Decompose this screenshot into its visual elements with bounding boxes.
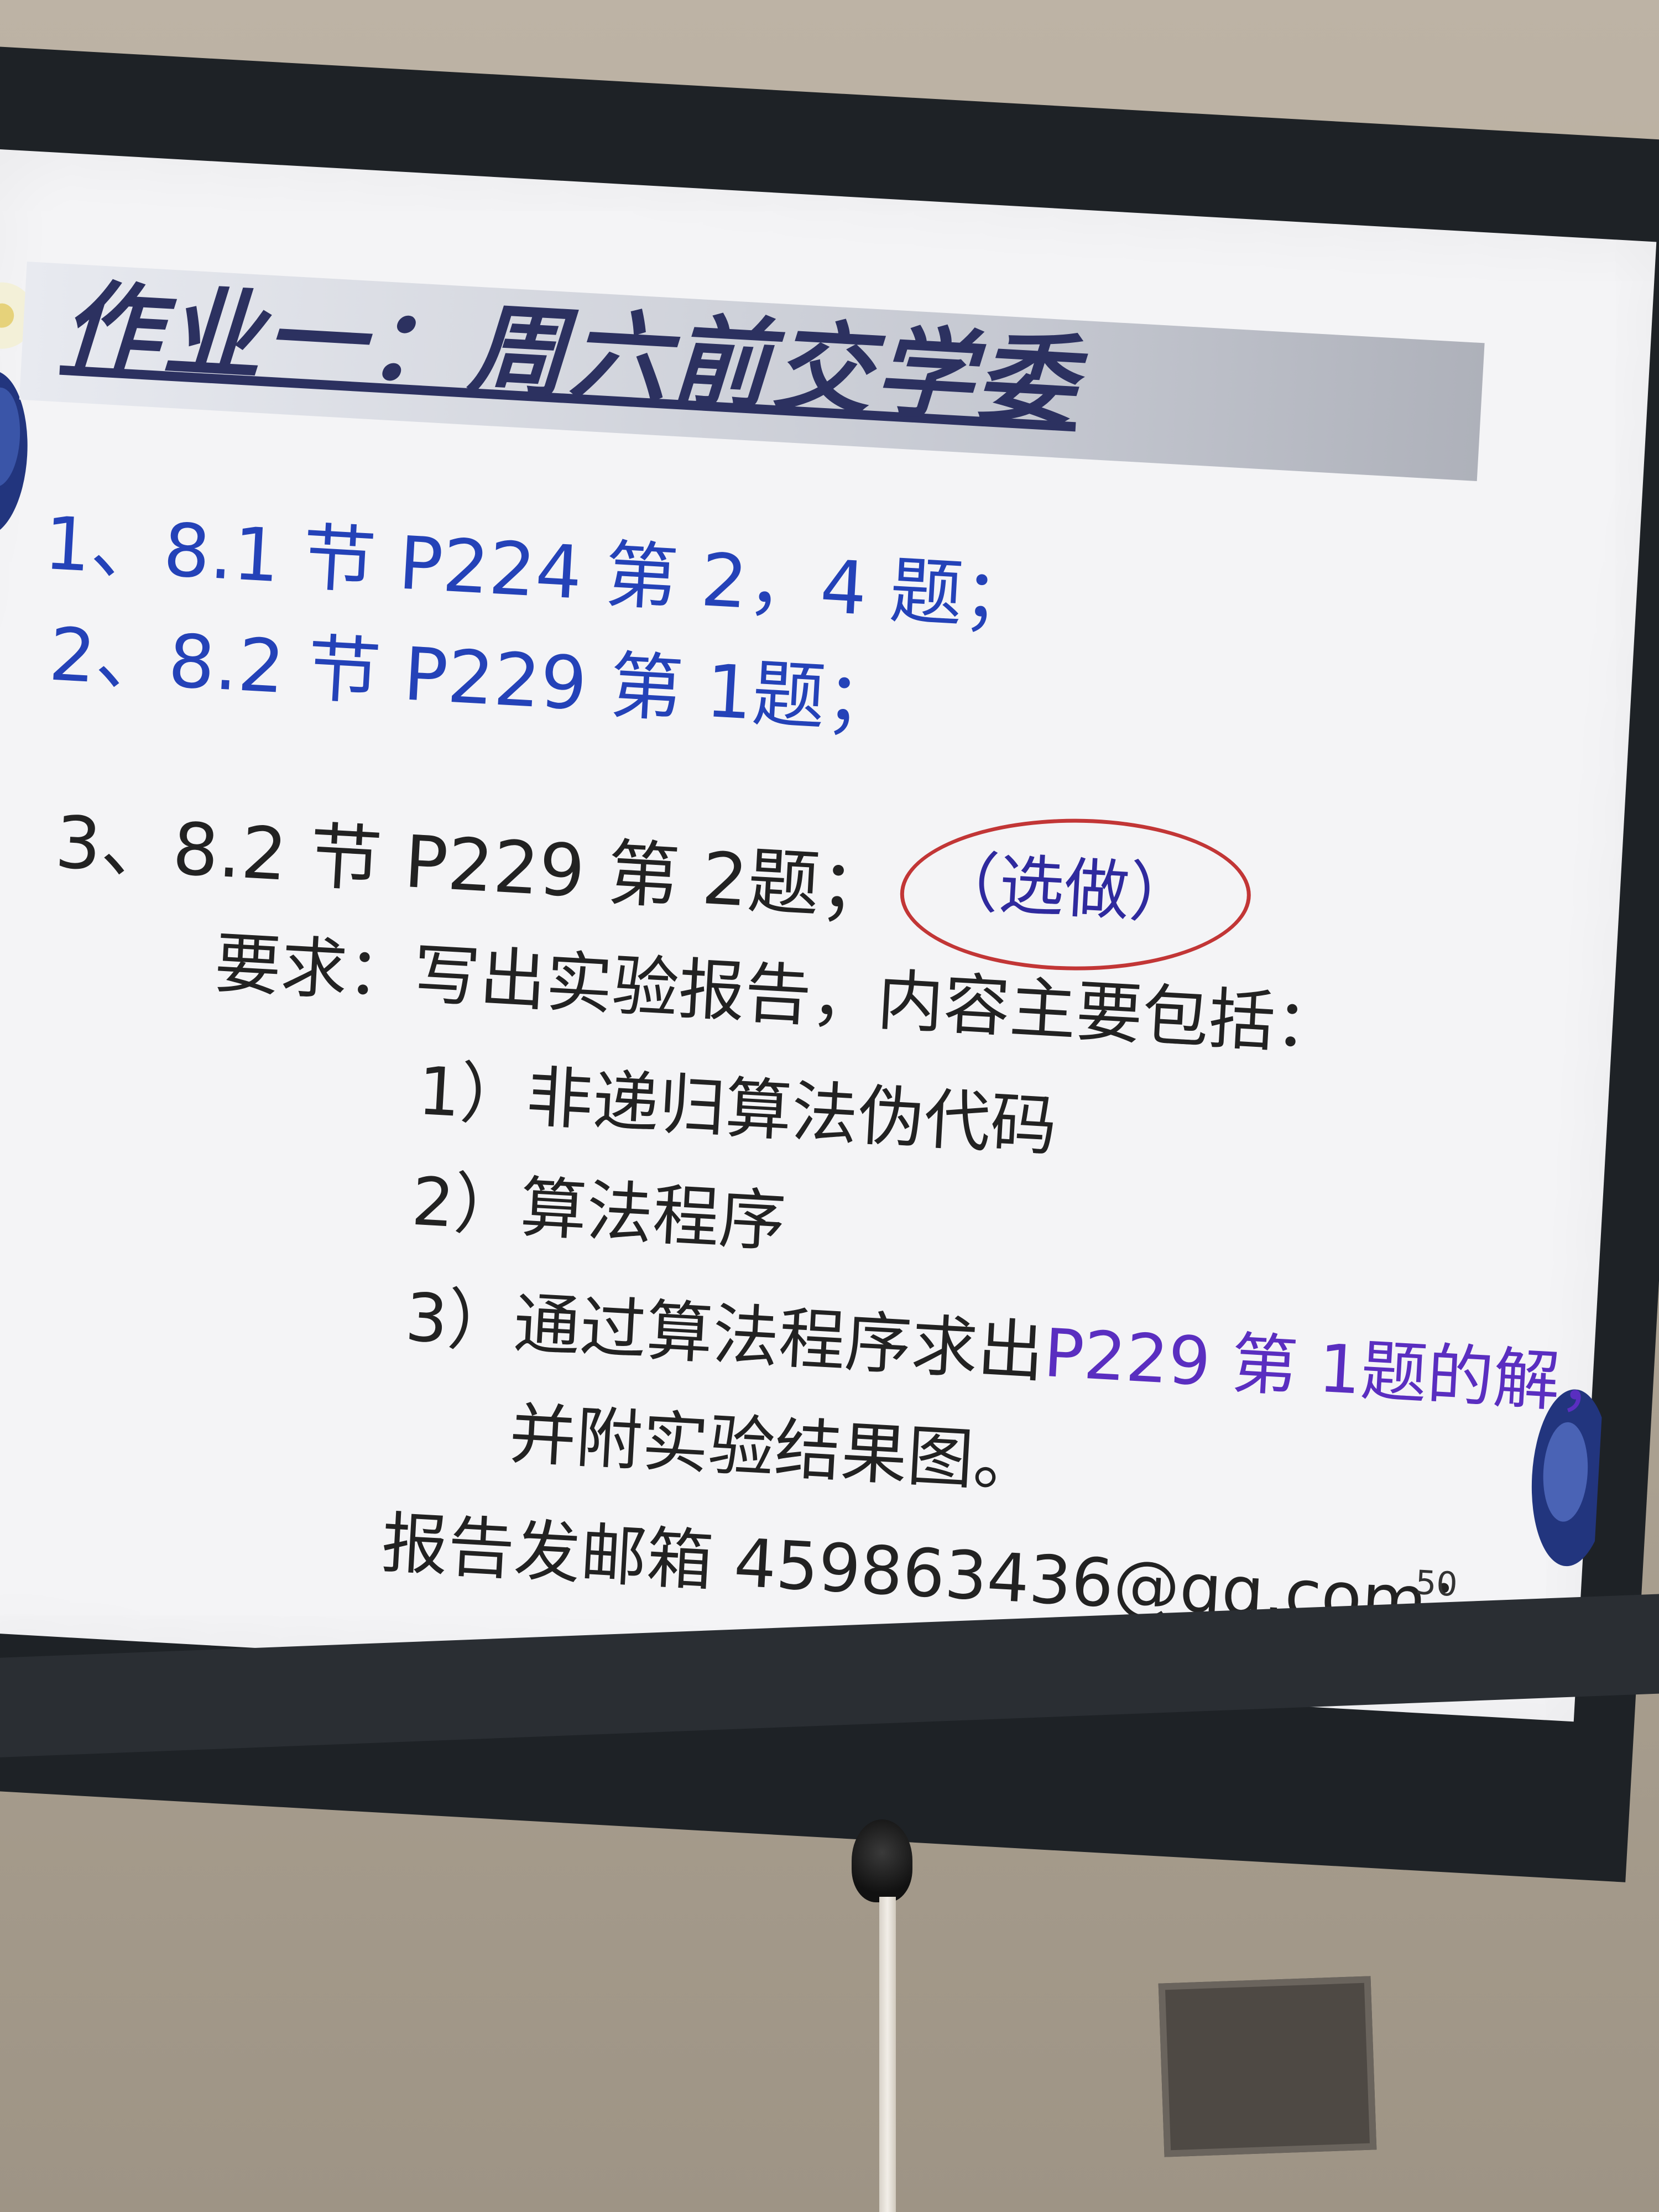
homework-item-3: 3、8.2 节 P229 第 2题； — [53, 800, 894, 931]
wall-panel — [1158, 1976, 1377, 2157]
projected-slide: 作业一：周六前交学委 1、8.1 节 P224 第 2，4 题； 2、8.2 节… — [0, 149, 1657, 1722]
speaker-cable — [879, 1897, 896, 2212]
slide-title: 作业一：周六前交学委 — [59, 269, 1082, 441]
optional-label: （选做） — [931, 842, 1197, 933]
requirement-3-part2: P229 第 1题的解， — [1041, 1314, 1629, 1425]
requirement-3-part1: 3）通过算法程序求出 — [403, 1279, 1046, 1392]
requirement-1: 1）非递归算法伪代码 — [416, 1052, 1059, 1166]
page-number: 50 — [1414, 1563, 1459, 1605]
requirement-2: 2）算法程序 — [410, 1163, 788, 1261]
speaker-icon — [852, 1819, 912, 1902]
requirement-3-continued: 并附实验结果图。 — [507, 1396, 1042, 1503]
